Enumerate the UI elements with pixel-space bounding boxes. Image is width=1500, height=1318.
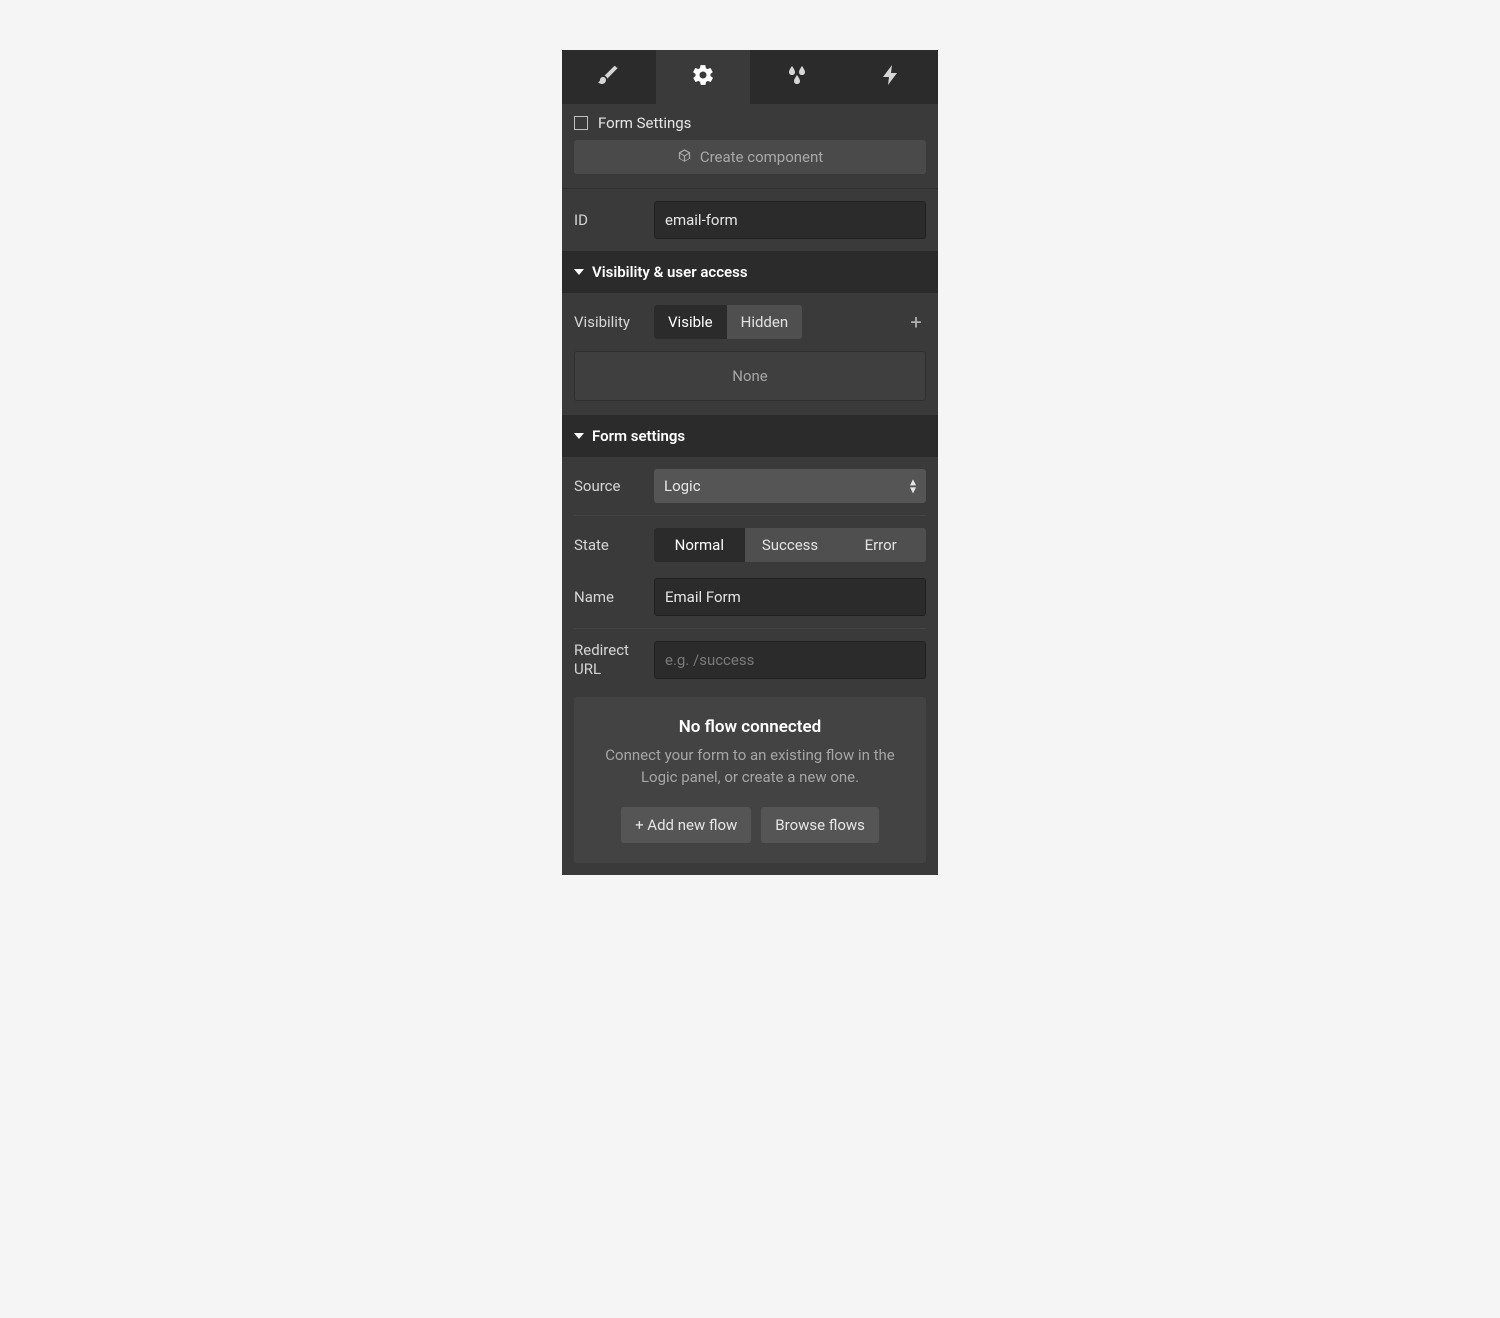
flow-empty-title: No flow connected <box>590 717 910 737</box>
visibility-conditions-empty[interactable]: None <box>574 351 926 401</box>
gear-icon <box>691 63 715 91</box>
element-header: Form Settings <box>562 104 938 140</box>
add-visibility-condition-button[interactable]: + <box>906 310 926 334</box>
element-type-icon <box>574 116 588 130</box>
visibility-option-visible[interactable]: Visible <box>654 305 727 339</box>
chevron-down-icon <box>574 269 584 275</box>
name-row: Name <box>562 574 938 628</box>
tab-interactions[interactable] <box>844 50 938 104</box>
source-row: Source Logic ▴▾ <box>562 457 938 515</box>
element-name: Form Settings <box>598 114 691 132</box>
state-label: State <box>574 536 644 554</box>
state-row: State Normal Success Error <box>562 516 938 574</box>
redirect-label: Redirect URL <box>574 641 644 679</box>
tab-style[interactable] <box>562 50 656 104</box>
id-row: ID <box>562 189 938 251</box>
section-visibility-header[interactable]: Visibility & user access <box>562 251 938 293</box>
section-visibility-title: Visibility & user access <box>592 263 748 281</box>
section-form-title: Form settings <box>592 427 685 445</box>
section-form-header[interactable]: Form settings <box>562 415 938 457</box>
flow-buttons: + Add new flow Browse flows <box>590 807 910 843</box>
create-component-button[interactable]: Create component <box>574 140 926 174</box>
browse-flows-button[interactable]: Browse flows <box>761 807 879 843</box>
visibility-label: Visibility <box>574 313 644 331</box>
visibility-conditions-none-label: None <box>732 367 768 385</box>
settings-panel: Form Settings Create component ID Visibi… <box>562 50 938 875</box>
brush-icon <box>597 63 621 91</box>
name-label: Name <box>574 588 644 606</box>
redirect-url-input[interactable] <box>654 641 926 679</box>
flow-empty-state: No flow connected Connect your form to a… <box>574 697 926 863</box>
redirect-label-line1: Redirect <box>574 641 629 659</box>
redirect-row: Redirect URL <box>562 629 938 691</box>
redirect-label-line2: URL <box>574 660 601 678</box>
state-segmented: Normal Success Error <box>654 528 926 562</box>
bolt-icon <box>879 63 903 91</box>
panel-tabs <box>562 50 938 104</box>
visibility-row: Visibility Visible Hidden + <box>562 293 938 351</box>
source-select-value: Logic <box>664 477 701 495</box>
visibility-option-hidden[interactable]: Hidden <box>727 305 803 339</box>
state-option-error[interactable]: Error <box>835 528 926 562</box>
tab-settings[interactable] <box>656 50 750 104</box>
tab-effects[interactable] <box>750 50 844 104</box>
state-option-success[interactable]: Success <box>745 528 836 562</box>
cube-icon <box>677 148 692 167</box>
name-input[interactable] <box>654 578 926 616</box>
id-input[interactable] <box>654 201 926 239</box>
visibility-segmented: Visible Hidden <box>654 305 802 339</box>
chevron-down-icon <box>574 433 584 439</box>
source-label: Source <box>574 477 644 495</box>
droplets-icon <box>785 63 809 91</box>
add-new-flow-button[interactable]: + Add new flow <box>621 807 751 843</box>
flow-empty-description: Connect your form to an existing flow in… <box>590 745 910 789</box>
create-component-label: Create component <box>700 148 823 166</box>
state-option-normal[interactable]: Normal <box>654 528 745 562</box>
source-select-wrap: Logic ▴▾ <box>654 469 926 503</box>
id-label: ID <box>574 211 644 229</box>
source-select[interactable]: Logic <box>654 469 926 503</box>
